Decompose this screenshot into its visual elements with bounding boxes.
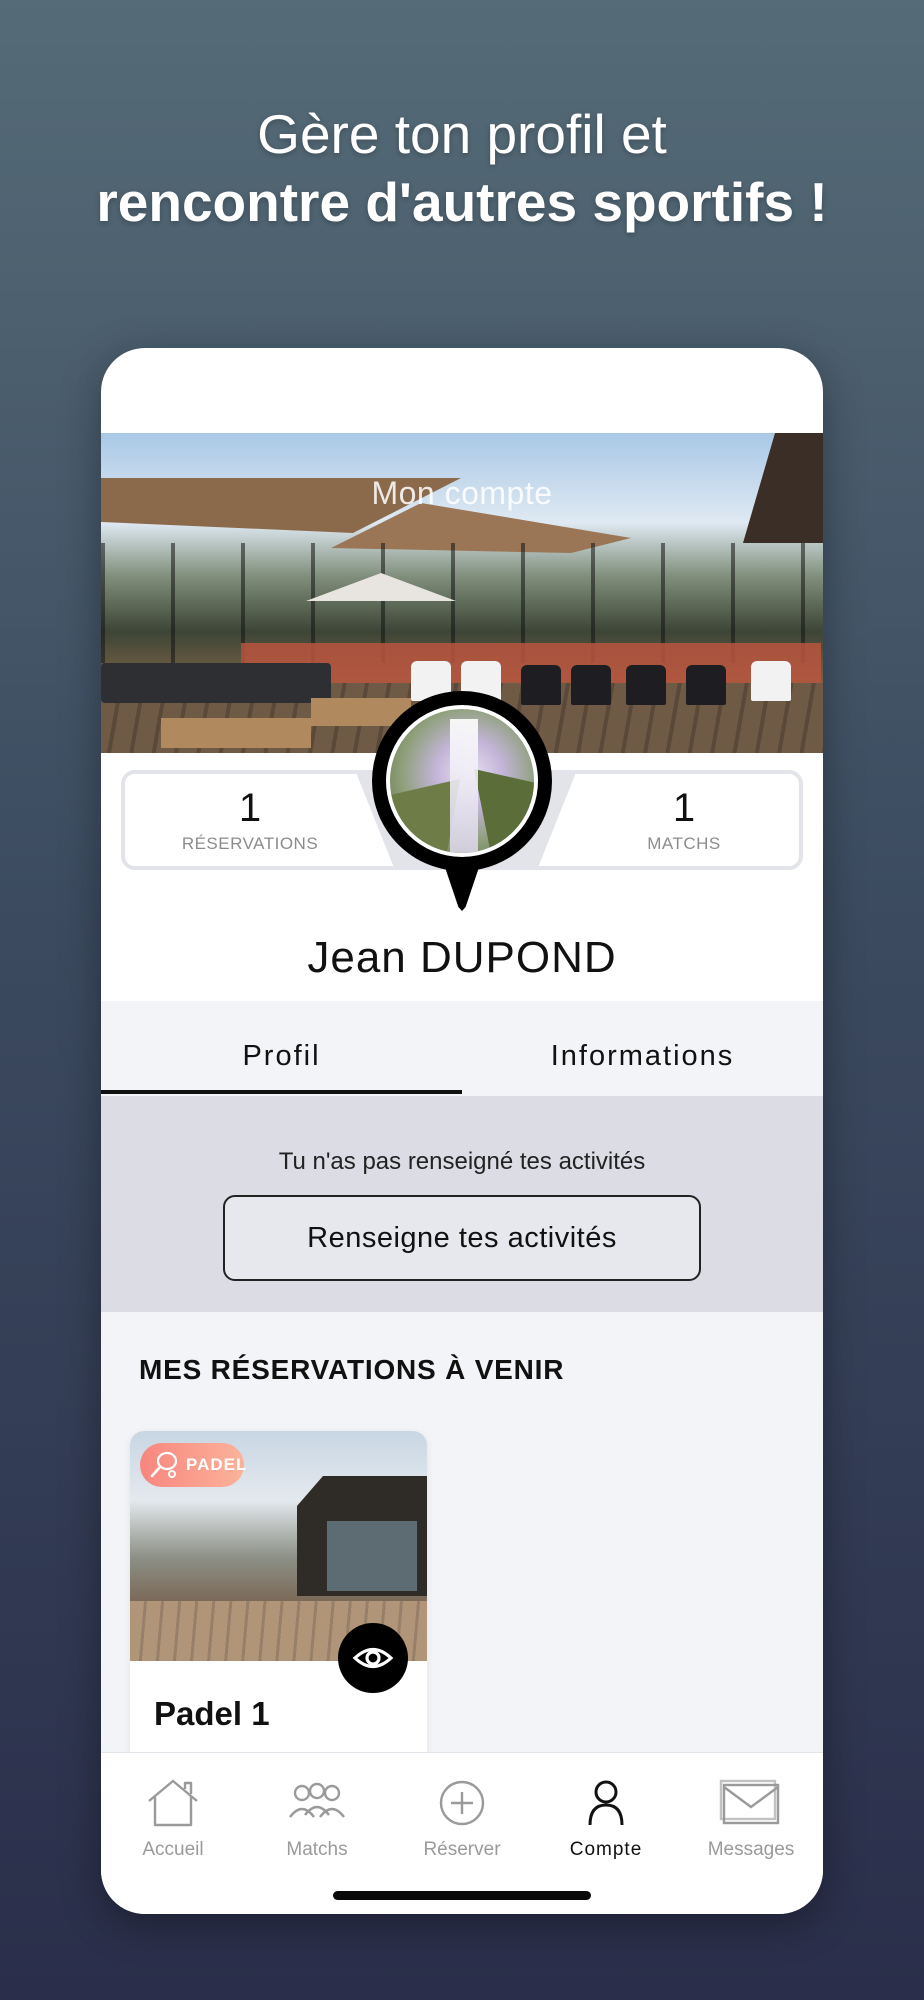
reservations-stat[interactable]: 1 RÉSERVATIONS [135,784,365,854]
sport-badge-label: PADEL [186,1455,248,1474]
reservation-card[interactable]: PADEL Padel 1 [130,1431,427,1791]
page-title: Mon compte [371,475,553,511]
user-name: Jean DUPOND [307,933,617,982]
headline-line-2: rencontre d'autres sportifs ! [96,171,828,233]
sport-badge: PADEL [140,1443,248,1487]
tab-informations[interactable]: Informations [462,1001,823,1096]
matchs-label: MATCHS [647,834,721,853]
no-activities-message: Tu n'as pas renseigné tes activités [278,1148,646,1175]
activities-panel: Tu n'as pas renseigné tes activités Rens… [101,1096,823,1312]
home-icon [148,1779,198,1827]
nav-matchs-label: Matchs [286,1839,348,1860]
mail-icon [719,1779,780,1825]
user-icon [588,1780,624,1826]
matchs-stat[interactable]: 1 MATCHS [569,784,799,854]
view-reservation-button[interactable] [338,1623,408,1693]
nav-messages[interactable]: Messages [679,1775,823,1861]
reservations-section: MES RÉSERVATIONS À VENIR PADEL Padel 1 [101,1312,823,1791]
matchs-count: 1 [672,786,696,830]
avatar-pin[interactable] [372,691,552,911]
reservations-label: RÉSERVATIONS [181,834,319,853]
section-title: MES RÉSERVATIONS À VENIR [139,1354,565,1385]
nav-compte-label: Compte [569,1839,643,1860]
nav-accueil-label: Accueil [142,1839,204,1860]
active-tab-indicator [101,1090,462,1094]
reservations-count: 1 [238,786,262,830]
phone-screen: Mon compte 1 RÉSERVATIONS 1 MATCHS Jean … [101,348,823,1914]
nav-compte[interactable]: Compte [534,1775,678,1861]
nav-reserver[interactable]: Réserver [390,1775,534,1861]
plus-circle-icon [439,1780,485,1826]
group-icon [289,1782,345,1818]
tab-profil[interactable]: Profil [101,1001,462,1096]
promo-headline: Gère ton profil et rencontre d'autres sp… [0,100,924,236]
reservation-name: Padel 1 [154,1695,270,1732]
headline-line-1: Gère ton profil et [257,103,667,165]
tennis-racket-icon [150,1451,178,1478]
nav-reserver-label: Réserver [423,1839,501,1860]
bottom-nav: Accueil Matchs Réserver Compte Messages [101,1752,823,1914]
nav-messages-label: Messages [707,1839,795,1860]
avatar[interactable] [386,705,538,857]
home-indicator [333,1891,591,1900]
fill-activities-button[interactable]: Renseigne tes activités [223,1195,701,1281]
profile-tabs: Profil Informations [101,1001,823,1096]
nav-matchs[interactable]: Matchs [245,1775,389,1861]
eye-icon [352,1647,394,1669]
nav-accueil[interactable]: Accueil [101,1775,245,1861]
